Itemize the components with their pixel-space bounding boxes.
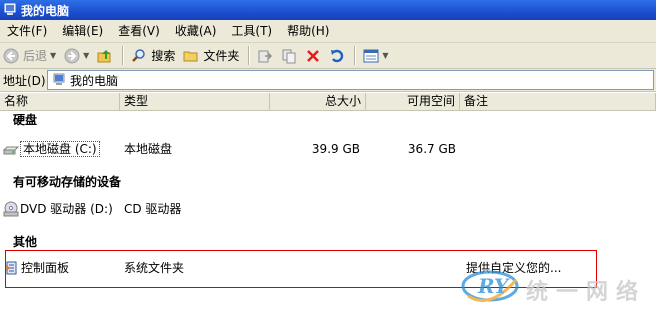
- chevron-down-icon: ▼: [382, 51, 389, 60]
- toolbar-separator: [122, 46, 125, 65]
- views-button[interactable]: ▼: [360, 45, 391, 66]
- forward-arrow-icon: [64, 48, 80, 63]
- column-comments[interactable]: 备注: [460, 93, 656, 110]
- menu-bar: 文件(F) 编辑(E) 查看(V) 收藏(A) 工具(T) 帮助(H): [0, 20, 656, 43]
- item-type: CD 驱动器: [124, 202, 182, 216]
- dvd-drive-icon: [3, 201, 19, 217]
- item-name: 本地磁盘 (C:): [20, 141, 100, 157]
- address-input[interactable]: 我的电脑: [47, 70, 654, 90]
- back-button[interactable]: 后退 ▼: [0, 45, 59, 66]
- watermark-logo: RY 统一网络: [460, 260, 650, 310]
- delete-x-icon: [307, 49, 320, 62]
- views-grid-icon: [363, 49, 379, 62]
- folder-icon: [183, 51, 198, 61]
- window-title: 我的电脑: [21, 3, 70, 18]
- menu-file[interactable]: 文件(F): [0, 22, 55, 40]
- back-arrow-icon: [3, 48, 19, 63]
- hard-disk-icon: [3, 146, 19, 155]
- toolbar-separator: [248, 46, 251, 65]
- back-label: 后退: [23, 49, 48, 63]
- folder-up-icon: [97, 49, 111, 62]
- group-header-hard-disks: 硬盘: [13, 113, 38, 127]
- menu-tools[interactable]: 工具(T): [224, 22, 280, 40]
- chevron-down-icon: ▼: [50, 51, 57, 60]
- watermark-text-2: 统一网络: [526, 280, 647, 305]
- toolbar-separator: [354, 46, 357, 65]
- search-label: 搜索: [151, 49, 176, 63]
- item-free-space: 36.7 GB: [407, 142, 456, 156]
- address-value: 我的电脑: [70, 73, 119, 88]
- group-header-other: 其他: [13, 235, 38, 249]
- folders-button[interactable]: 文件夹: [180, 45, 242, 66]
- column-type[interactable]: 类型: [120, 93, 270, 110]
- list-item-local-disk-c[interactable]: 本地磁盘 (C:) 本地磁盘 39.9 GB 36.7 GB: [0, 138, 656, 160]
- watermark-text: RY: [478, 274, 509, 298]
- list-item-dvd-drive-d[interactable]: DVD 驱动器 (D:) CD 驱动器: [0, 198, 656, 220]
- search-icon: [132, 48, 146, 62]
- move-to-icon: [258, 50, 273, 62]
- search-button[interactable]: 搜索: [128, 45, 178, 66]
- toolbar: 后退 ▼ ▼ 搜索 文件夹 ▼: [0, 43, 656, 69]
- address-bar: 地址(D) 我的电脑: [0, 69, 656, 92]
- move-to-button[interactable]: [254, 45, 276, 66]
- delete-button[interactable]: [302, 45, 324, 66]
- menu-view[interactable]: 查看(V): [111, 22, 168, 40]
- folders-label: 文件夹: [203, 49, 240, 63]
- undo-button[interactable]: [326, 45, 348, 66]
- my-computer-icon: [4, 3, 16, 15]
- up-button[interactable]: [94, 45, 116, 66]
- forward-button[interactable]: ▼: [61, 45, 92, 66]
- column-name[interactable]: 名称: [0, 93, 120, 110]
- address-label: 地址(D): [3, 73, 46, 88]
- title-bar: 我的电脑: [0, 0, 656, 20]
- item-type: 本地磁盘: [124, 142, 173, 156]
- copy-to-icon: [282, 49, 296, 63]
- menu-edit[interactable]: 编辑(E): [55, 22, 111, 40]
- column-free-space[interactable]: 可用空间: [366, 93, 460, 110]
- undo-icon: [331, 49, 344, 62]
- group-header-removable: 有可移动存储的设备: [13, 175, 122, 189]
- copy-to-button[interactable]: [278, 45, 300, 66]
- my-computer-icon: [53, 73, 65, 85]
- column-total-size[interactable]: 总大小: [270, 93, 366, 110]
- column-header: 名称 类型 总大小 可用空间 备注: [0, 93, 656, 111]
- menu-help[interactable]: 帮助(H): [280, 22, 337, 40]
- chevron-down-icon: ▼: [83, 51, 90, 60]
- item-name: DVD 驱动器 (D:): [20, 202, 113, 216]
- item-total-size: 39.9 GB: [311, 142, 360, 156]
- menu-favorites[interactable]: 收藏(A): [168, 22, 225, 40]
